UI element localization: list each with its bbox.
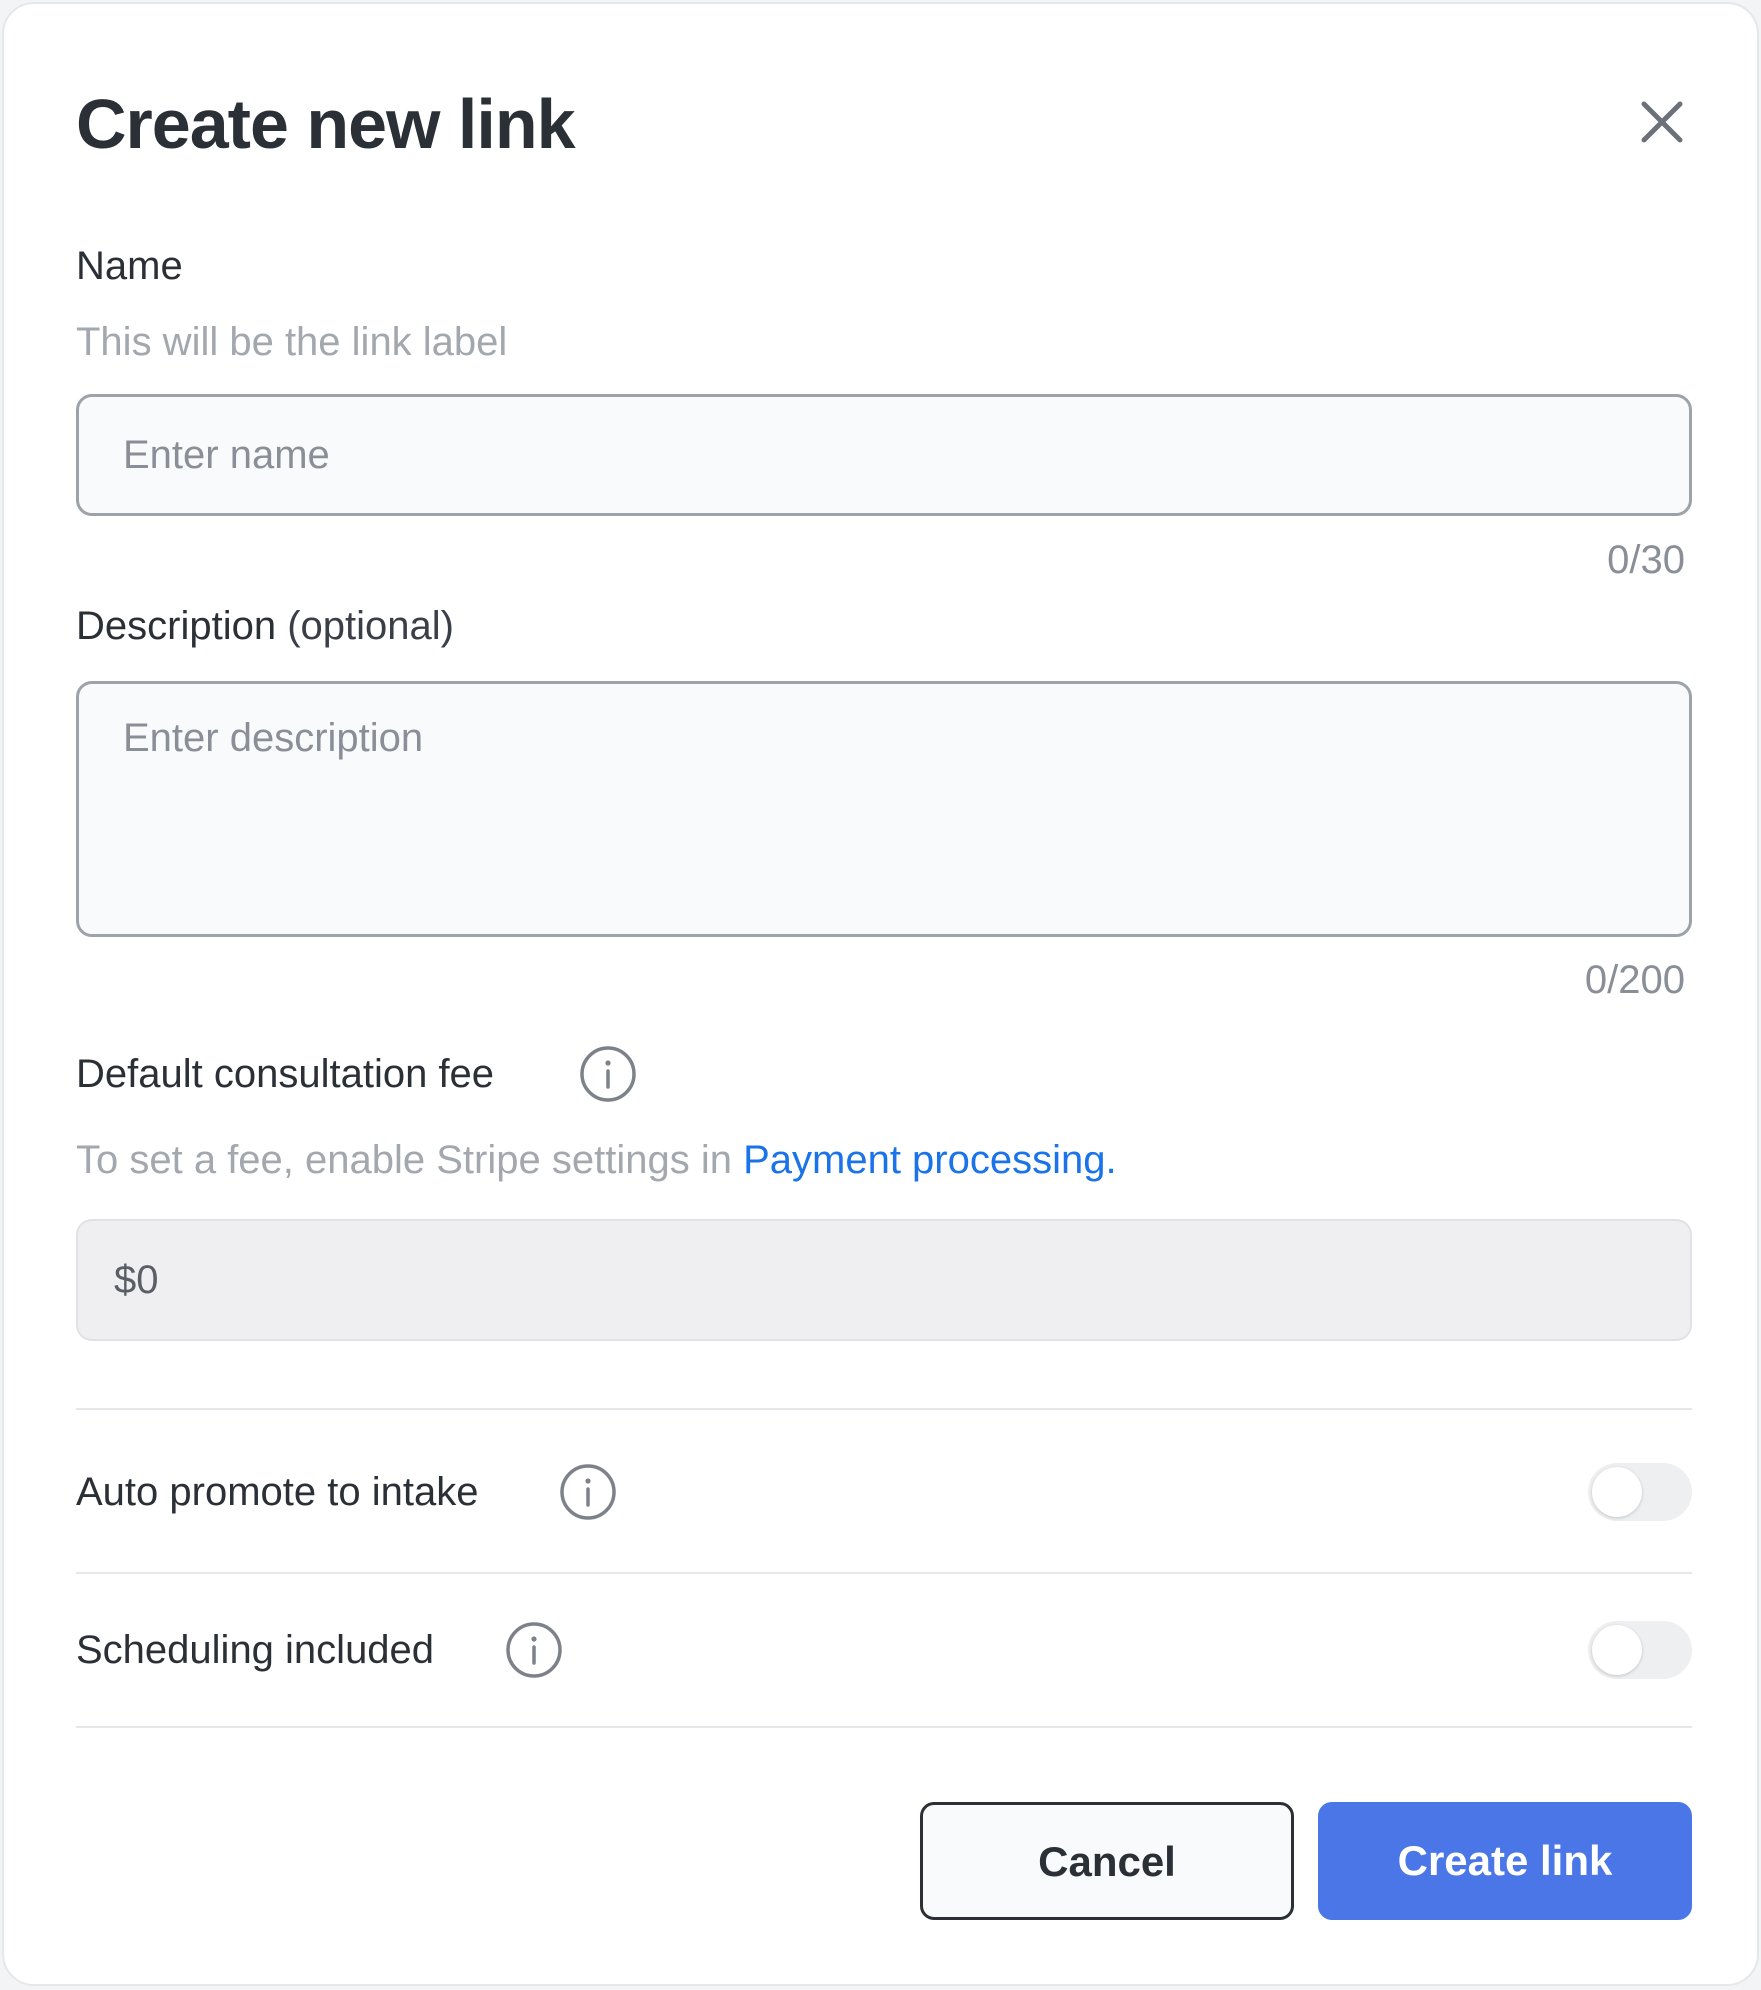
description-textarea[interactable]: [76, 681, 1692, 937]
cancel-button[interactable]: Cancel: [920, 1802, 1294, 1920]
optional-tag: (optional): [276, 604, 454, 648]
name-char-counter: 0/30: [1607, 538, 1685, 582]
name-helper-text: This will be the link label: [76, 320, 508, 364]
description-label: Description (optional): [76, 602, 454, 650]
fee-info-icon[interactable]: [578, 1044, 638, 1104]
auto-promote-toggle[interactable]: [1588, 1463, 1692, 1521]
create-link-dialog: Create new link Name This will be the li…: [2, 2, 1759, 1986]
description-char-counter: 0/200: [1584, 958, 1685, 1002]
name-label: Name: [76, 244, 183, 288]
scheduling-toggle[interactable]: [1588, 1621, 1692, 1679]
fee-helper-prefix: To set a fee, enable Stripe settings in: [76, 1138, 744, 1182]
dialog-title: Create new link: [76, 85, 576, 163]
divider: [76, 1726, 1692, 1728]
name-input[interactable]: [76, 394, 1692, 516]
scheduling-label: Scheduling included: [76, 1628, 435, 1672]
scheduling-info-icon[interactable]: [504, 1620, 564, 1680]
fee-helper-text: To set a fee, enable Stripe settings in …: [76, 1136, 1117, 1184]
payment-processing-link[interactable]: Payment processing.: [743, 1138, 1117, 1182]
divider: [76, 1572, 1692, 1574]
fee-label: Default consultation fee: [76, 1052, 495, 1096]
fee-input-disabled: $0: [76, 1219, 1692, 1341]
description-label-text: Description: [76, 604, 277, 648]
toggle-knob: [1592, 1467, 1642, 1517]
auto-promote-info-icon[interactable]: [558, 1462, 618, 1522]
toggle-knob: [1592, 1625, 1642, 1675]
auto-promote-label: Auto promote to intake: [76, 1470, 479, 1514]
divider: [76, 1408, 1692, 1410]
create-link-button[interactable]: Create link: [1318, 1802, 1692, 1920]
close-icon[interactable]: [1634, 94, 1690, 150]
